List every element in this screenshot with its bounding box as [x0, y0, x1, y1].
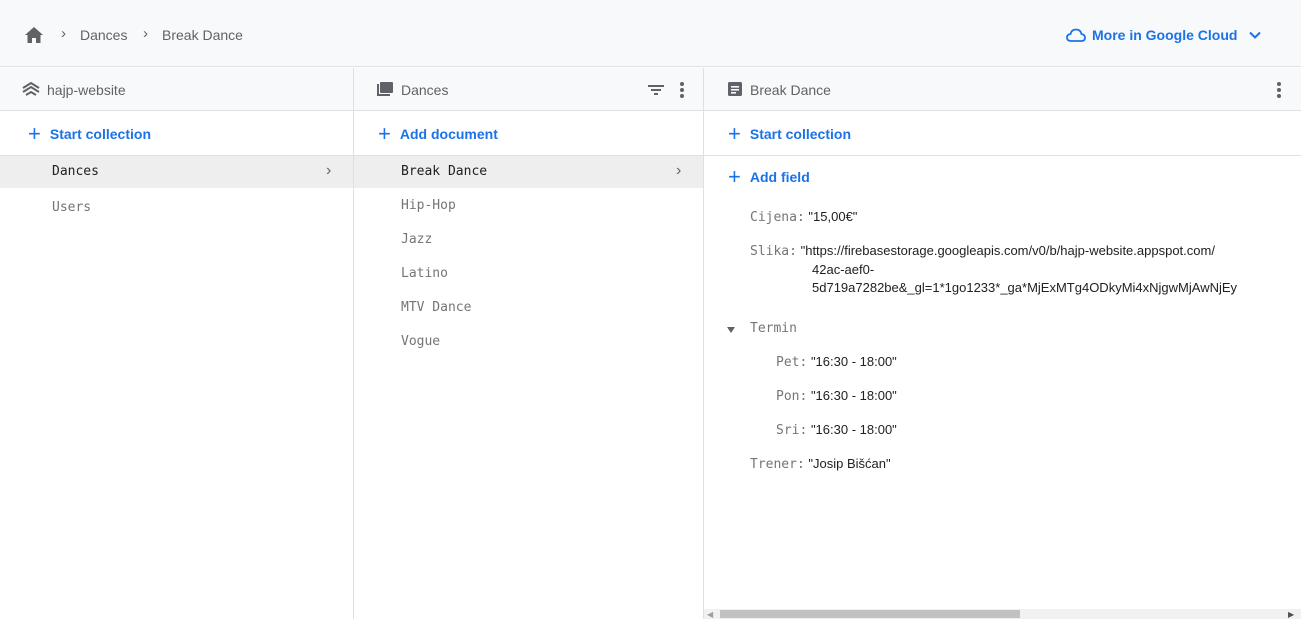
add-document-label: Add document — [399, 126, 498, 142]
collection-item-dances[interactable]: Dances › — [0, 156, 353, 188]
top-bar: › Dances › Break Dance More in Google Cl… — [0, 0, 1301, 67]
plus-icon: + — [28, 121, 41, 146]
chevron-right-icon: › — [676, 162, 682, 179]
document-item-label: MTV Dance — [401, 300, 472, 315]
home-icon[interactable] — [24, 26, 44, 44]
chevron-down-icon — [1249, 31, 1262, 39]
document-item-label: Break Dance — [401, 164, 488, 179]
root-column: hajp-website + Start collection Dances ›… — [0, 68, 354, 619]
filter-icon[interactable] — [646, 79, 666, 101]
field-key: Slika: — [750, 244, 797, 259]
field-trener[interactable]: Trener: "Josip Bišćan" — [750, 456, 891, 472]
breadcrumb-break-dance[interactable]: Break Dance — [162, 27, 243, 43]
document-item-label: Jazz — [401, 232, 433, 247]
collection-title: Dances — [401, 82, 449, 98]
field-termin-pet[interactable]: Pet: "16:30 - 18:00" — [776, 354, 897, 370]
document-column: Break Dance + Start collection + Add fie… — [704, 68, 1301, 619]
document-item-vogue[interactable]: Vogue — [354, 326, 703, 358]
start-collection-label: Start collection — [49, 126, 151, 142]
breadcrumb-separator: › — [61, 25, 66, 42]
start-collection-label: Start collection — [749, 126, 851, 142]
document-item-hip-hop[interactable]: Hip-Hop — [354, 190, 703, 222]
root-column-header: hajp-website — [0, 68, 353, 111]
document-item-jazz[interactable]: Jazz — [354, 224, 703, 256]
document-item-latino[interactable]: Latino — [354, 258, 703, 290]
field-value-continuation: 5d719a7282be&_gl=1*1go1233*_ga*MjExMTg4O… — [812, 280, 1238, 295]
field-key: Pet: — [776, 355, 808, 370]
collection-column-header: Dances — [354, 68, 703, 111]
collection-icon — [377, 82, 393, 96]
field-value: "https://firebasestorage.googleapis.com/… — [800, 243, 1215, 258]
document-column-header: Break Dance — [704, 68, 1301, 111]
plus-icon: + — [728, 164, 741, 189]
start-collection-button[interactable]: + Start collection — [28, 123, 151, 145]
field-value: "Josip Bišćan" — [808, 456, 891, 471]
collection-column: Dances + Add document Break Dance › Hip-… — [354, 68, 704, 619]
document-item-label: Latino — [401, 266, 448, 281]
collection-item-users[interactable]: Users — [0, 192, 353, 224]
breadcrumb-dances[interactable]: Dances — [80, 27, 127, 43]
field-cijena[interactable]: Cijena: "15,00€" — [750, 209, 857, 225]
document-icon — [728, 82, 742, 96]
field-termin[interactable]: Termin — [750, 320, 797, 336]
field-value: "16:30 - 18:00" — [810, 354, 897, 369]
breadcrumb-separator: › — [143, 25, 148, 42]
field-key: Termin — [750, 321, 797, 336]
divider — [704, 155, 1301, 156]
document-item-label: Hip-Hop — [401, 198, 456, 213]
add-field-label: Add field — [749, 169, 810, 185]
field-termin-sri[interactable]: Sri: "16:30 - 18:00" — [776, 422, 897, 438]
plus-icon: + — [728, 121, 741, 146]
field-value: "15,00€" — [808, 209, 858, 224]
field-value: "16:30 - 18:00" — [810, 388, 897, 403]
firestore-icon — [22, 81, 40, 96]
field-key: Sri: — [776, 423, 808, 438]
start-collection-button[interactable]: + Start collection — [728, 123, 851, 145]
collection-item-label: Users — [52, 200, 92, 215]
collection-item-label: Dances — [52, 164, 99, 179]
collapse-triangle-icon[interactable] — [726, 326, 736, 334]
document-item-break-dance[interactable]: Break Dance › — [354, 156, 703, 188]
field-key: Cijena: — [750, 210, 805, 225]
field-key: Pon: — [776, 389, 808, 404]
plus-icon: + — [378, 121, 391, 146]
scroll-right-icon[interactable]: ▶ — [1288, 610, 1294, 619]
field-termin-pon[interactable]: Pon: "16:30 - 18:00" — [776, 388, 897, 404]
field-slika[interactable]: Slika: "https://firebasestorage.googleap… — [750, 243, 1215, 259]
more-vert-icon[interactable] — [672, 79, 692, 101]
chevron-right-icon: › — [326, 162, 332, 179]
field-key: Trener: — [750, 457, 805, 472]
more-in-google-cloud-button[interactable]: More in Google Cloud — [1066, 23, 1262, 47]
add-document-button[interactable]: + Add document — [378, 123, 498, 145]
document-item-mtv-dance[interactable]: MTV Dance — [354, 292, 703, 324]
scrollbar-thumb[interactable] — [720, 610, 1020, 618]
document-item-label: Vogue — [401, 334, 441, 349]
add-field-button[interactable]: + Add field — [728, 166, 810, 188]
more-vert-icon[interactable] — [1269, 79, 1289, 101]
cloud-icon — [1066, 28, 1086, 42]
field-value-continuation: 42ac-aef0- — [812, 262, 875, 277]
document-title: Break Dance — [750, 82, 831, 98]
scroll-left-icon[interactable]: ◀ — [707, 610, 713, 619]
project-title: hajp-website — [47, 82, 126, 98]
field-value: "16:30 - 18:00" — [810, 422, 897, 437]
horizontal-scrollbar[interactable]: ◀ ▶ — [704, 609, 1301, 619]
more-in-google-cloud-label: More in Google Cloud — [1092, 27, 1238, 43]
